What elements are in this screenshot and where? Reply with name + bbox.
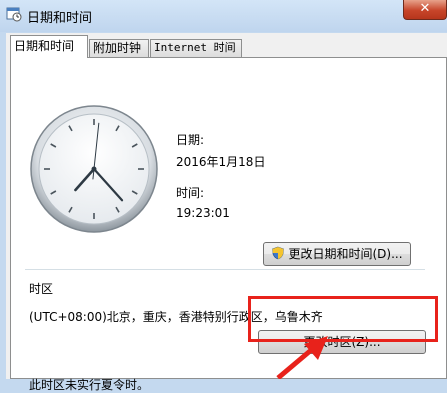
date-value: 2016年1月18日 (176, 155, 266, 169)
change-date-time-label: 更改日期和时间(D)... (288, 247, 403, 261)
tab-date-time[interactable]: 日期和时间 (10, 35, 88, 58)
tab-internet-time[interactable]: Internet 时间 (150, 39, 242, 57)
pointer-arrow-icon (276, 336, 328, 379)
title-bar: 日期和时间 ✕ (0, 0, 447, 32)
analog-clock (30, 105, 158, 233)
change-date-time-button[interactable]: 更改日期和时间(D)... (263, 242, 411, 266)
calendar-clock-icon (6, 7, 22, 22)
uac-shield-icon (272, 246, 285, 260)
time-value: 19:23:01 (176, 206, 230, 220)
timezone-section-label: 时区 (29, 282, 54, 296)
tab-additional-clocks[interactable]: 附加时钟 (89, 39, 149, 57)
clock-center (91, 166, 97, 172)
date-label: 日期: (176, 133, 205, 147)
close-button[interactable]: ✕ (403, 0, 447, 20)
close-icon: ✕ (419, 1, 431, 16)
divider (25, 269, 425, 270)
time-label: 时间: (176, 186, 205, 200)
window-title: 日期和时间 (27, 11, 93, 26)
